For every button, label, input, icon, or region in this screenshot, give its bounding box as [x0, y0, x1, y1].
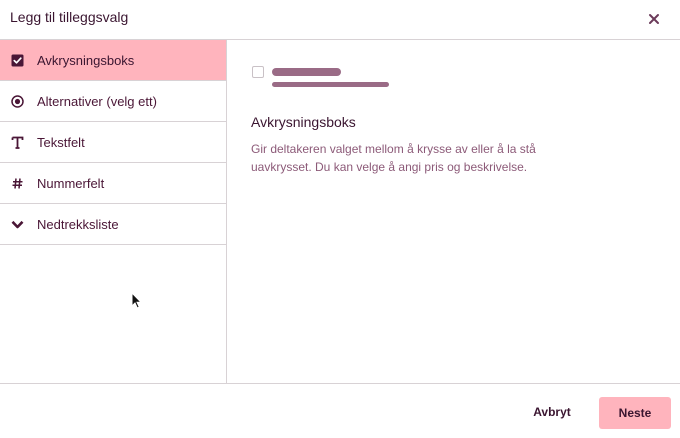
radio-icon — [10, 94, 25, 109]
option-item-radio[interactable]: Alternativer (velg ett) — [0, 81, 226, 122]
preview-placeholder-line — [272, 68, 341, 76]
text-icon — [10, 135, 25, 150]
option-item-label: Avkrysningsboks — [37, 53, 135, 68]
dialog-header: Legg til tilleggsvalg — [0, 0, 680, 40]
option-item-text[interactable]: Tekstfelt — [0, 122, 226, 163]
detail-description: Gir deltakeren valget mellom å krysse av… — [251, 142, 536, 174]
mouse-cursor-icon — [131, 291, 143, 309]
hash-icon — [10, 176, 25, 191]
option-item-number[interactable]: Nummerfelt — [0, 163, 226, 204]
option-item-label: Nedtrekksliste — [37, 217, 119, 232]
option-item-dropdown[interactable]: Nedtrekksliste — [0, 204, 226, 245]
option-item-label: Nummerfelt — [37, 176, 105, 191]
close-icon[interactable] — [642, 7, 666, 31]
option-item-label: Tekstfelt — [37, 135, 85, 150]
checkbox-icon — [10, 53, 25, 68]
option-item-checkbox[interactable]: Avkrysningsboks — [0, 40, 226, 81]
cancel-button[interactable]: Avbryt — [521, 398, 583, 426]
preview-checkbox — [252, 66, 264, 78]
chevron-down-icon — [10, 217, 25, 232]
option-item-label: Alternativer (velg ett) — [37, 94, 157, 109]
preview-placeholder-line — [272, 82, 389, 87]
next-button[interactable]: Neste — [599, 397, 671, 429]
add-option-dialog: Legg til tilleggsvalg Avkrysningsboks Al… — [0, 0, 680, 438]
dialog-footer: Avbryt Neste — [0, 383, 680, 438]
detail-title: Avkrysningsboks — [251, 114, 356, 130]
option-type-list: Avkrysningsboks Alternativer (velg ett) … — [0, 40, 227, 384]
dialog-title: Legg til tilleggsvalg — [10, 9, 129, 25]
option-detail-panel: Avkrysningsboks Gir deltakeren valget me… — [228, 40, 680, 384]
